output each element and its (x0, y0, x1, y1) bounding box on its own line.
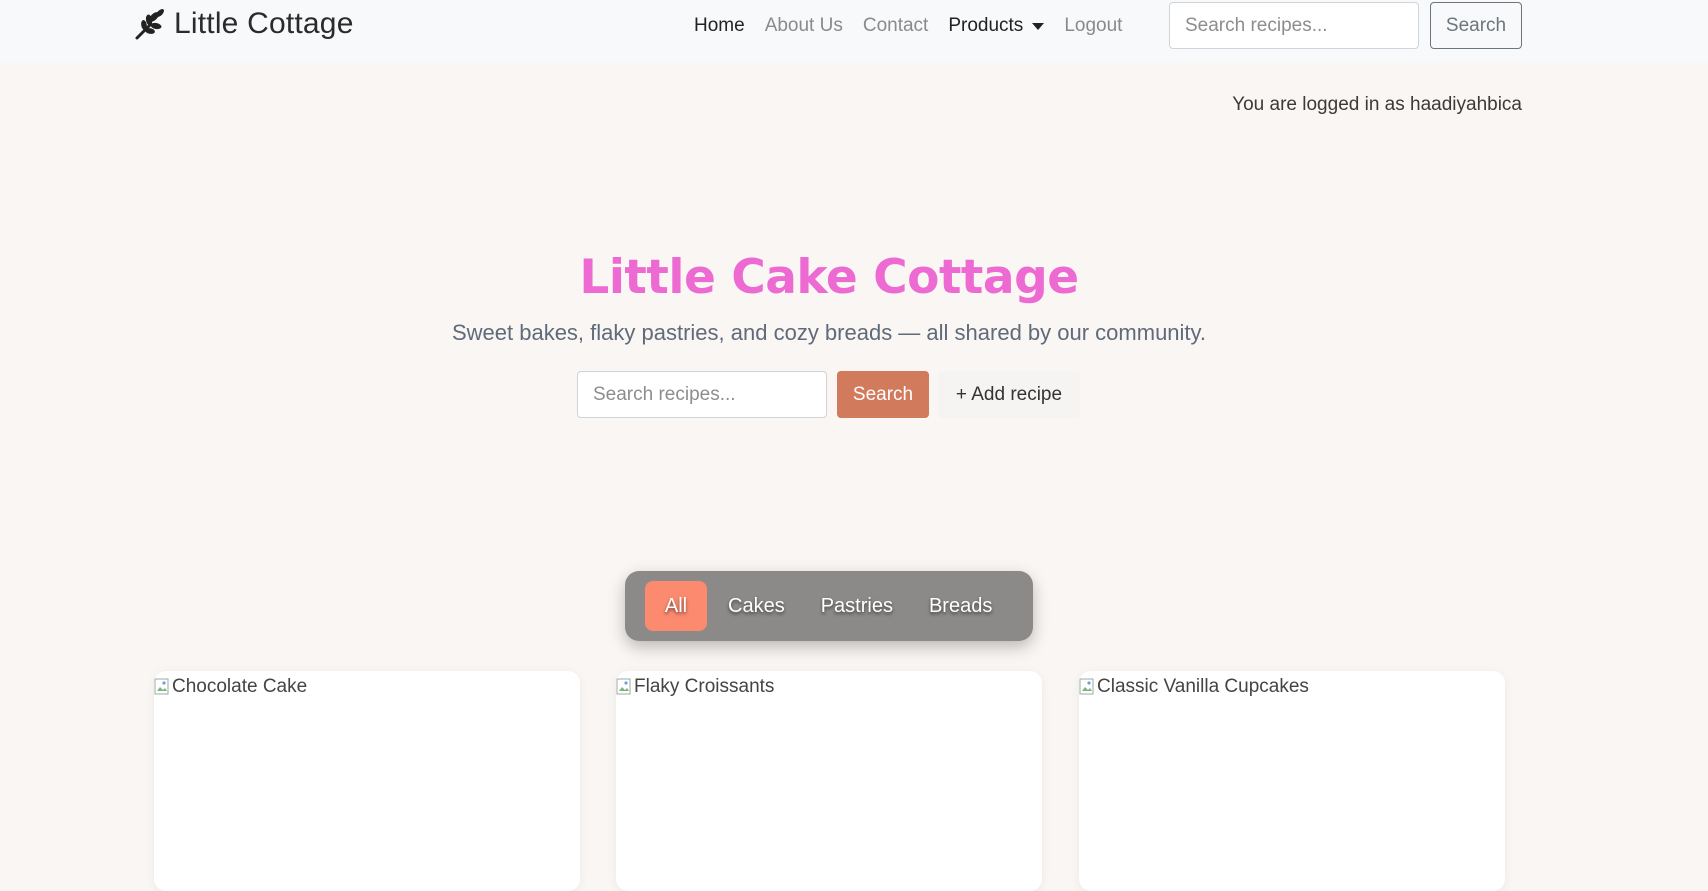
broken-image-icon (1079, 677, 1097, 697)
recipe-card[interactable]: Chocolate Cake (154, 671, 580, 891)
hero-subtitle: Sweet bakes, flaky pastries, and cozy br… (451, 320, 1207, 345)
hero-search-button[interactable]: Search (837, 371, 929, 418)
hero-title: Little Cake Cottage (579, 250, 1079, 305)
recipe-image: Classic Vanilla Cupcakes (1079, 671, 1505, 701)
nav-contact[interactable]: Contact (863, 15, 928, 37)
caret-down-icon (1032, 23, 1045, 30)
nav-products-dropdown[interactable]: Products (948, 15, 1045, 37)
filter-breads[interactable]: Breads (914, 581, 1007, 631)
recipe-card[interactable]: Classic Vanilla Cupcakes (1079, 671, 1505, 891)
login-status: You are logged in as haadiyahbica (1232, 94, 1522, 115)
nav-links: Home About Us Contact Products Logout (694, 12, 1142, 40)
filter-pastries[interactable]: Pastries (806, 581, 908, 631)
recipe-image: Flaky Croissants (616, 671, 1042, 701)
broken-image-icon (154, 677, 172, 697)
recipe-image: Chocolate Cake (154, 671, 580, 701)
nav-home[interactable]: Home (694, 15, 745, 37)
navbar: Little Cottage Home About Us Contact Pro… (0, 0, 1708, 63)
add-recipe-button[interactable]: + Add recipe (938, 371, 1080, 418)
filter-cakes[interactable]: Cakes (713, 581, 800, 631)
nav-search-button[interactable]: Search (1430, 2, 1522, 49)
recipe-image-alt: Classic Vanilla Cupcakes (1097, 676, 1309, 697)
brand-link[interactable]: Little Cottage (134, 4, 354, 44)
brand-name: Little Cottage (174, 7, 354, 40)
wheat-icon (134, 7, 168, 41)
nav-logout[interactable]: Logout (1064, 15, 1122, 37)
category-filter-bar: All Cakes Pastries Breads (625, 571, 1033, 641)
recipe-card[interactable]: Flaky Croissants (616, 671, 1042, 891)
recipe-image-alt: Chocolate Cake (172, 676, 308, 697)
hero-search-input[interactable] (577, 371, 827, 418)
nav-search-input[interactable] (1169, 2, 1419, 49)
broken-image-icon (616, 677, 634, 697)
nav-about-us[interactable]: About Us (765, 15, 843, 37)
recipe-image-alt: Flaky Croissants (634, 676, 775, 697)
nav-products-label: Products (948, 15, 1024, 36)
filter-all[interactable]: All (645, 581, 707, 631)
